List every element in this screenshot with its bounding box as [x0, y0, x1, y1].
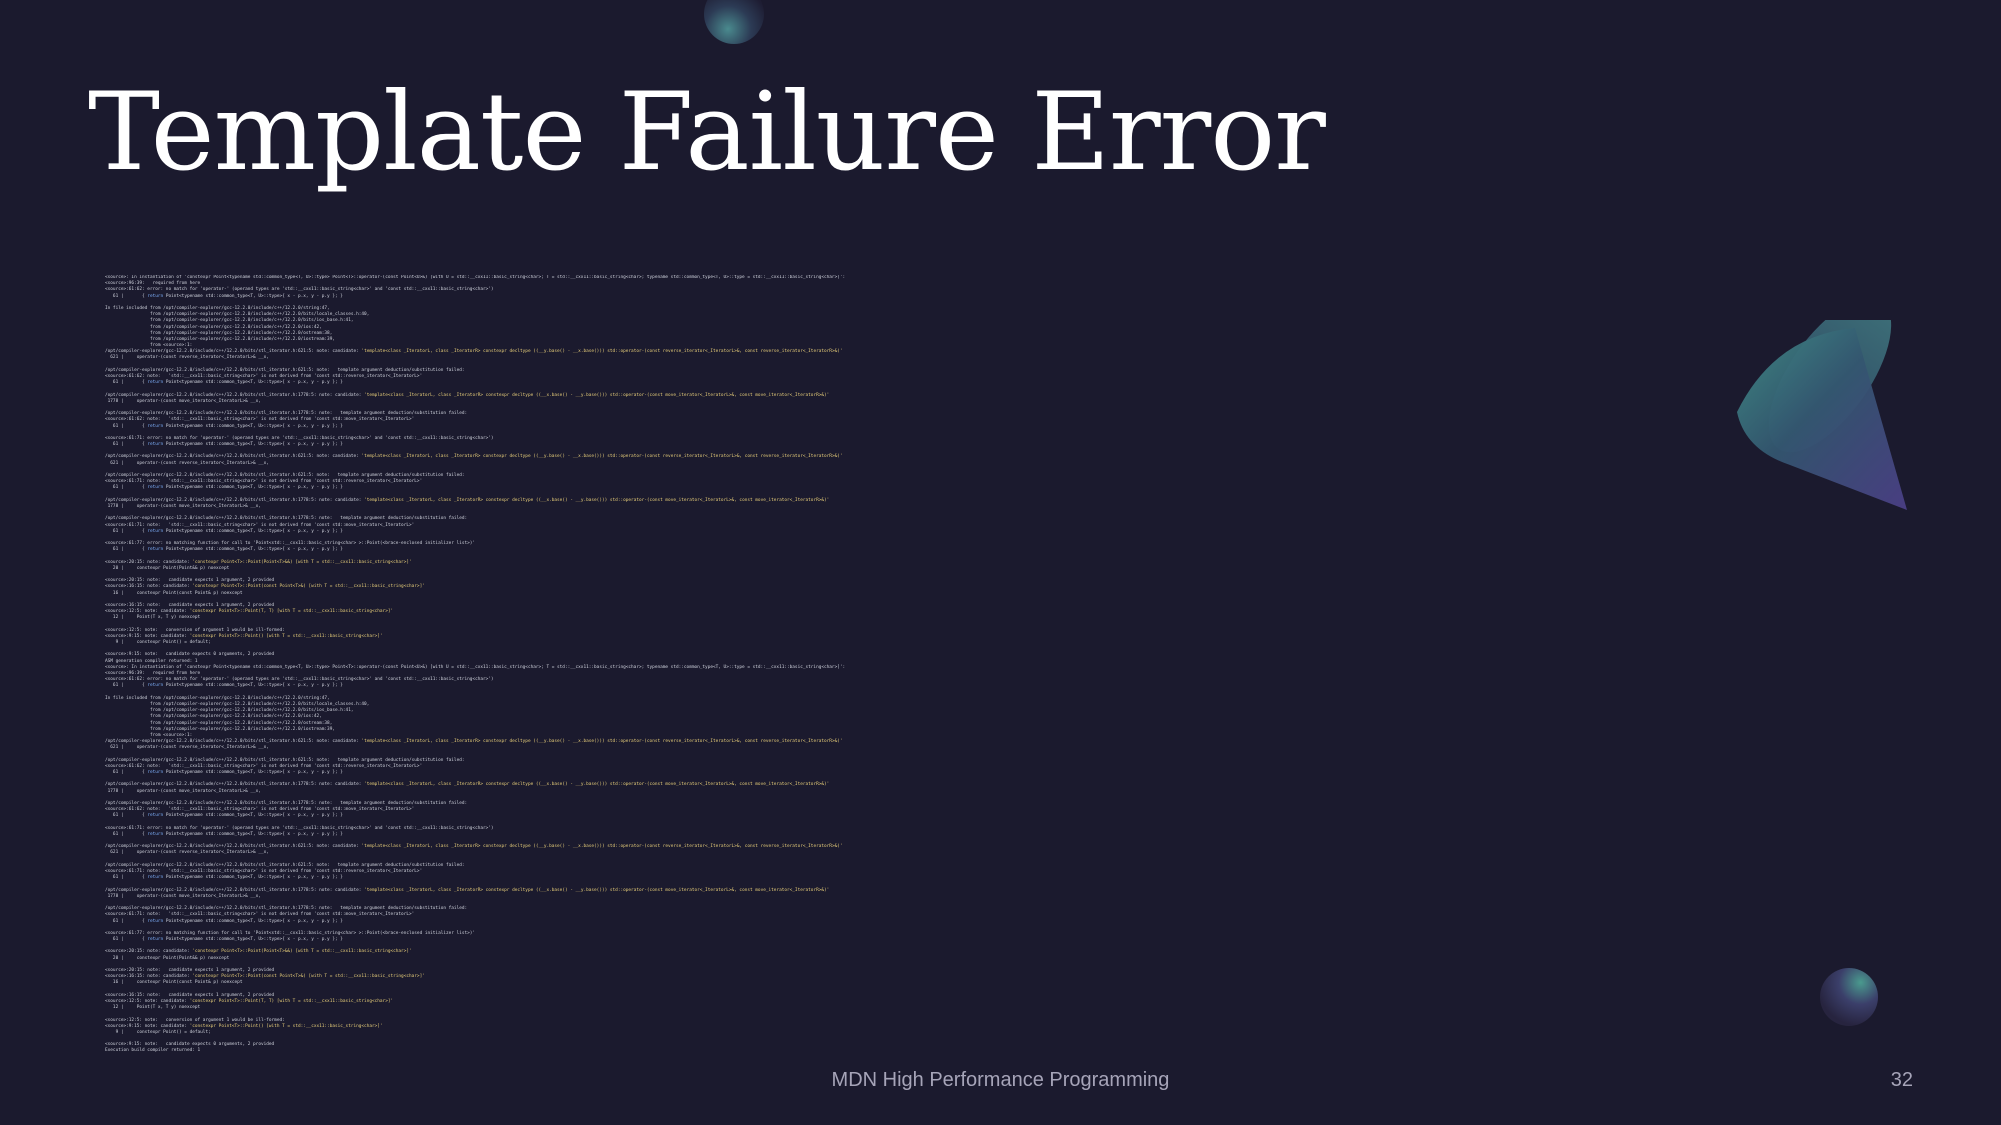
slide-footer: MDN High Performance Programming [831, 1069, 1170, 1091]
sphere-top-decoration [704, 0, 764, 44]
slide-title: Template Failure Error [88, 70, 1326, 195]
page-number: 32 [1890, 1069, 1913, 1091]
console-line: <source>: In instantiation of 'constexpr… [105, 275, 846, 280]
cone-decoration [1737, 320, 1907, 510]
console-line: <source>: In instantiation of 'constexpr… [105, 664, 846, 670]
sphere-bottom-decoration [1820, 968, 1878, 1026]
compiler-error-output: <source>: In instantiation of 'constexpr… [105, 275, 925, 1065]
console-line: /opt/compiler-explorer/gcc-12.2.0/includ… [105, 454, 843, 460]
console-line: Execution build compiler returned: 1 [105, 1048, 201, 1054]
console-line: /opt/compiler-explorer/gcc-12.2.0/includ… [105, 392, 830, 398]
console-line: /opt/compiler-explorer/gcc-12.2.0/includ… [105, 887, 830, 893]
console-line: /opt/compiler-explorer/gcc-12.2.0/includ… [105, 782, 830, 788]
